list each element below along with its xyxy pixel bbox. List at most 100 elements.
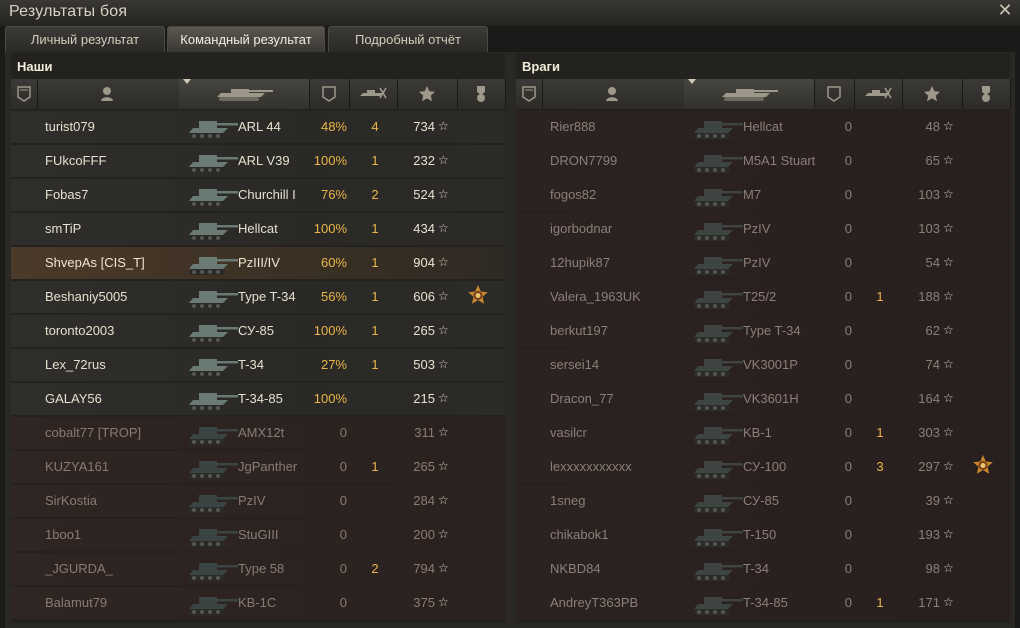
enemies-header-medal-column[interactable] <box>962 79 1011 109</box>
vehicle-image <box>688 249 744 277</box>
enemy-player-row[interactable]: Dracon_77 VK3601H 0 164 ☆ <box>516 383 1010 415</box>
medal-icon <box>982 86 990 102</box>
xp-star-icon <box>419 86 435 102</box>
vehicle-image <box>183 317 239 345</box>
allies-header-damage-column[interactable] <box>309 79 350 109</box>
damage-value: 0 <box>844 187 852 202</box>
vehicle-image <box>688 521 744 549</box>
tab-team-result[interactable]: Командный результат <box>167 26 325 52</box>
vehicle-image <box>183 351 239 379</box>
enemies-panel: Враги Rier888 Hellcat 0 48 ☆ DRON7799 M5A1 Stu… <box>516 53 1011 623</box>
ally-player-row[interactable]: Lex_72rus T-34 27% 1 503 ☆ <box>11 349 505 381</box>
enemy-player-row[interactable]: NKBD84 T-34 0 98 ☆ <box>516 553 1010 585</box>
enemy-player-row[interactable]: DRON7799 M5A1 Stuart 0 65 ☆ <box>516 145 1010 177</box>
star-icon: ☆ <box>438 221 449 235</box>
xp-value: 103 <box>918 221 940 236</box>
star-icon: ☆ <box>943 255 954 269</box>
ally-player-row[interactable]: 1boo1 StuGIII 0 200 ☆ <box>11 519 505 551</box>
vehicle-image <box>183 589 239 617</box>
damage-value: 0 <box>844 595 852 610</box>
medal-icon <box>477 86 485 102</box>
damage-value: 0 <box>844 561 852 576</box>
allies-header-squad-column[interactable] <box>11 79 38 109</box>
enemies-header-xp-star-column[interactable] <box>902 79 963 109</box>
enemy-player-row[interactable]: Rier888 Hellcat 0 48 ☆ <box>516 111 1010 143</box>
player-name: fogos82 <box>550 187 597 202</box>
ally-player-row[interactable]: GALAY56 T-34-85 100% 215 ☆ <box>11 383 505 415</box>
enemy-player-row[interactable]: vasilcr KB-1 0 1 303 ☆ <box>516 417 1010 449</box>
vehicle-name: T-34-85 <box>743 595 788 610</box>
damage-icon <box>322 86 336 102</box>
ally-player-row[interactable]: _JGURDA_ Type 58 0 2 794 ☆ <box>11 553 505 585</box>
enemy-player-row[interactable]: fogos82 M7 0 103 ☆ <box>516 179 1010 211</box>
ally-player-row[interactable]: FUkcoFFF ARL V39 100% 1 232 ☆ <box>11 145 505 177</box>
enemy-player-row[interactable]: sersei14 VK3001P 0 74 ☆ <box>516 349 1010 381</box>
player-name: Fobas7 <box>45 187 89 202</box>
star-icon: ☆ <box>943 119 954 133</box>
ally-player-row[interactable]: Beshaniy5005 Type T-34 56% 1 606 ☆ <box>11 281 505 313</box>
ally-player-row[interactable]: Fobas7 Churchill I 76% 2 524 ☆ <box>11 179 505 211</box>
vehicle-name: СУ-85 <box>743 493 780 508</box>
close-icon[interactable]: ✕ <box>996 1 1014 19</box>
enemy-player-row[interactable]: igorbodnar PzIV 0 103 ☆ <box>516 213 1010 245</box>
ally-player-row[interactable]: KUZYA161 JgPanther 0 1 265 ☆ <box>11 451 505 483</box>
kills-icon <box>865 87 892 99</box>
damage-value: 0 <box>844 425 852 440</box>
enemy-player-row[interactable]: 12hupik87 PzIV 0 54 ☆ <box>516 247 1010 279</box>
kills-count: 1 <box>371 289 379 304</box>
ally-player-row[interactable]: smTiP Hellcat 100% 1 434 ☆ <box>11 213 505 245</box>
enemies-header-kills-column[interactable] <box>854 79 903 109</box>
star-icon: ☆ <box>438 153 449 167</box>
xp-value: 65 <box>925 153 940 168</box>
tab-personal-result[interactable]: Личный результат <box>5 26 165 52</box>
enemies-header-vehicle-column[interactable] <box>684 79 815 109</box>
allies-header-medal-column[interactable] <box>457 79 506 109</box>
ally-player-row[interactable]: cobalt77 [TROP] AMX12t 0 311 ☆ <box>11 417 505 449</box>
vehicle-name: PzIV <box>743 221 771 236</box>
kills-count: 1 <box>876 425 884 440</box>
window-titlebar: Результаты боя ✕ <box>0 0 1020 26</box>
star-icon: ☆ <box>943 289 954 303</box>
allies-header-kills-column[interactable] <box>349 79 398 109</box>
vehicle-image <box>183 555 239 583</box>
allies-header-vehicle-column[interactable] <box>179 79 310 109</box>
vehicle-image <box>688 317 744 345</box>
allies-header-xp-star-column[interactable] <box>397 79 458 109</box>
ally-player-row[interactable]: Balamut79 KB-1C 0 375 ☆ <box>11 587 505 619</box>
enemy-player-row[interactable]: chikabok1 T-150 0 193 ☆ <box>516 519 1010 551</box>
vehicle-image <box>688 487 744 515</box>
enemy-player-row[interactable]: 1sneg СУ-85 0 39 ☆ <box>516 485 1010 517</box>
player-name: Dracon_77 <box>550 391 614 406</box>
enemy-player-row[interactable]: Valera_1963UK T25/2 0 1 188 ☆ <box>516 281 1010 313</box>
enemies-header-damage-column[interactable] <box>814 79 855 109</box>
enemies-header-player-column[interactable] <box>542 79 685 109</box>
vehicle-image <box>688 215 744 243</box>
enemy-player-row[interactable]: berkut197 Type T-34 0 62 ☆ <box>516 315 1010 347</box>
damage-value: 27% <box>320 357 347 372</box>
star-icon: ☆ <box>438 323 449 337</box>
damage-value: 100% <box>313 323 347 338</box>
xp-value: 171 <box>918 595 940 610</box>
player-name: GALAY56 <box>45 391 102 406</box>
player-name: 1boo1 <box>45 527 82 542</box>
tab-detailed-report[interactable]: Подробный отчёт <box>328 26 488 52</box>
player-row-self[interactable]: ShvepAs [CIS_T] PzIII/IV 60% 1 904 ☆ <box>11 247 505 279</box>
vehicle-icon <box>217 89 273 101</box>
enemy-player-row[interactable]: AndreyT363PB T-34-85 0 1 171 ☆ <box>516 587 1010 619</box>
enemy-player-row[interactable]: lexxxxxxxxxxx СУ-100 0 3 297 ☆ <box>516 451 1010 483</box>
player-name: Lex_72rus <box>45 357 106 372</box>
ally-player-row[interactable]: turist079 ARL 44 48% 4 734 ☆ <box>11 111 505 143</box>
vehicle-image <box>183 249 239 277</box>
allies-header-player-column[interactable] <box>37 79 180 109</box>
enemies-header-squad-column[interactable] <box>516 79 543 109</box>
player-name: Beshaniy5005 <box>45 289 128 304</box>
ally-player-row[interactable]: SirKostia PzIV 0 284 ☆ <box>11 485 505 517</box>
player-icon <box>101 87 113 101</box>
ally-player-row[interactable]: toronto2003 СУ-85 100% 1 265 ☆ <box>11 315 505 347</box>
star-icon: ☆ <box>438 595 449 609</box>
vehicle-image <box>183 113 239 141</box>
vehicle-image <box>688 555 744 583</box>
star-icon: ☆ <box>943 459 954 473</box>
medal-icon[interactable] <box>467 285 489 307</box>
medal-icon[interactable] <box>972 455 994 477</box>
